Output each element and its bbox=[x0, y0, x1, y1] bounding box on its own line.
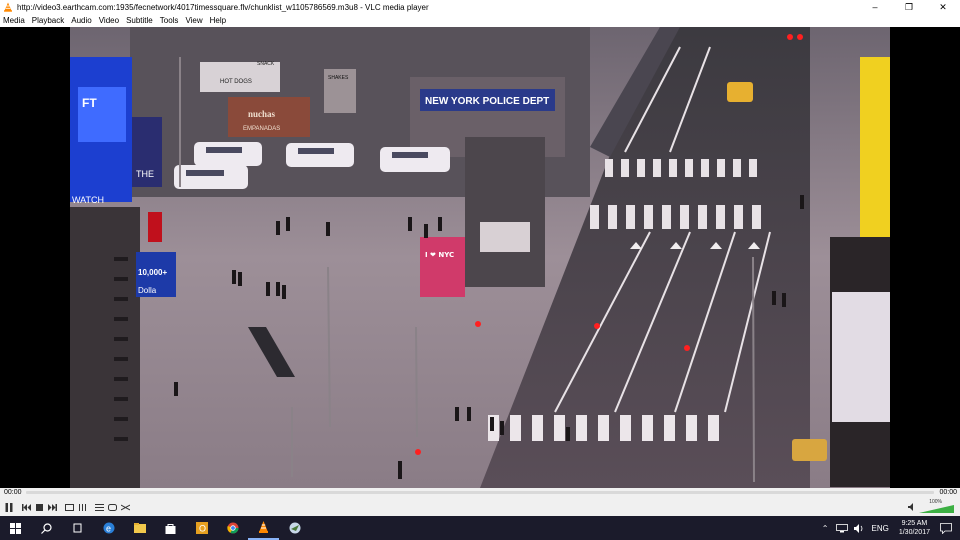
fullscreen-icon bbox=[64, 504, 74, 511]
menu-playback[interactable]: Playback bbox=[32, 16, 64, 25]
left-building bbox=[70, 207, 140, 488]
menu-bar: Media Playback Audio Video Subtitle Tool… bbox=[0, 14, 960, 27]
window-controls: – ❐ ✕ bbox=[858, 0, 960, 14]
menu-subtitle[interactable]: Subtitle bbox=[126, 16, 153, 25]
menu-video[interactable]: Video bbox=[99, 16, 119, 25]
clock[interactable]: 9:25 AM 1/30/2017 bbox=[899, 519, 930, 537]
bird-icon bbox=[289, 522, 300, 534]
input-language[interactable]: ENG bbox=[872, 524, 889, 533]
snack-sign: SNACK bbox=[257, 61, 275, 67]
loop-button[interactable] bbox=[106, 502, 118, 513]
stop-button[interactable] bbox=[33, 502, 45, 513]
total-time: 00:00 bbox=[939, 489, 957, 496]
hot-dogs-sign: HOT DOGS bbox=[220, 79, 252, 85]
nuchas-sign: nuchas bbox=[248, 109, 276, 119]
network-icon[interactable] bbox=[835, 523, 848, 533]
task-view-icon bbox=[73, 523, 82, 533]
vlc-window: http://video3.earthcam.com:1935/fecnetwo… bbox=[0, 0, 960, 516]
seek-bar[interactable] bbox=[26, 491, 934, 494]
file-explorer-app[interactable] bbox=[124, 516, 155, 540]
right-led-screen bbox=[832, 292, 890, 422]
menu-view[interactable]: View bbox=[185, 16, 202, 25]
playlist-icon bbox=[94, 504, 104, 511]
right-yellow-screen bbox=[860, 57, 890, 262]
system-tray: ⌃ ENG 9:25 AM 1/30/2017 bbox=[818, 516, 960, 540]
previous-icon bbox=[21, 504, 31, 511]
windows-logo-icon bbox=[10, 522, 21, 534]
playlist-button[interactable] bbox=[93, 502, 105, 513]
outlook-app[interactable]: O bbox=[186, 516, 217, 540]
chrome-app[interactable] bbox=[217, 516, 248, 540]
edge-icon: e bbox=[103, 522, 114, 534]
search-icon bbox=[41, 522, 52, 534]
menu-audio[interactable]: Audio bbox=[71, 16, 91, 25]
speaker-icon bbox=[908, 503, 913, 511]
elapsed-time: 00:00 bbox=[4, 489, 22, 496]
empanadas-sign: EMPANADAS bbox=[243, 126, 280, 132]
red-sign bbox=[148, 212, 162, 242]
pause-button[interactable] bbox=[3, 502, 15, 513]
maximize-button[interactable]: ❐ bbox=[892, 0, 926, 14]
nyc-booth bbox=[420, 237, 465, 297]
close-button[interactable]: ✕ bbox=[926, 0, 960, 14]
shuffle-button[interactable] bbox=[119, 502, 131, 513]
tray-chevron-icon[interactable]: ⌃ bbox=[822, 524, 829, 533]
windows-taskbar: e O ⌃ ENG 9:25 AM 1/30/2017 bbox=[0, 516, 960, 540]
volume-icon[interactable] bbox=[853, 523, 865, 533]
edge-app[interactable]: e bbox=[93, 516, 124, 540]
menu-media[interactable]: Media bbox=[3, 16, 25, 25]
shakes-sign: SHAKES bbox=[328, 75, 349, 81]
nypd-sign: NEW YORK POLICE DEPT bbox=[425, 96, 549, 107]
control-buttons bbox=[0, 501, 132, 514]
menu-tools[interactable]: Tools bbox=[160, 16, 179, 25]
dollar-sign: Dolla bbox=[138, 286, 157, 295]
minimize-button[interactable]: – bbox=[858, 0, 892, 14]
title-bar[interactable]: http://video3.earthcam.com:1935/fecnetwo… bbox=[0, 0, 960, 14]
chrome-icon bbox=[226, 522, 238, 534]
the-sign: THE bbox=[136, 169, 154, 179]
store-bag-icon bbox=[165, 523, 176, 534]
vlc-cone-icon bbox=[4, 2, 12, 12]
video-frame: FT THE WATCH 10,000+ Dolla HOT DOGS SNAC… bbox=[70, 27, 890, 488]
fullscreen-button[interactable] bbox=[63, 502, 75, 513]
app-icon[interactable] bbox=[279, 516, 310, 540]
next-icon bbox=[47, 504, 57, 511]
pause-icon bbox=[5, 503, 13, 512]
left-led-text: FT bbox=[82, 96, 97, 110]
stop-icon bbox=[35, 504, 43, 511]
clock-date: 1/30/2017 bbox=[898, 529, 930, 536]
equalizer-icon bbox=[78, 504, 86, 511]
notifications-icon[interactable] bbox=[940, 522, 952, 534]
clock-time: 9:25 AM bbox=[901, 520, 928, 527]
window-title: http://video3.earthcam.com:1935/fecnetwo… bbox=[17, 2, 429, 12]
next-button[interactable] bbox=[46, 502, 58, 513]
svg-text:O: O bbox=[199, 524, 206, 534]
task-view-button[interactable] bbox=[62, 516, 93, 540]
i-nyc-sign: I ❤ NYC bbox=[425, 251, 454, 259]
store-app[interactable] bbox=[155, 516, 186, 540]
central-building-door bbox=[480, 222, 530, 252]
taxi-top bbox=[727, 82, 753, 102]
extended-settings-button[interactable] bbox=[76, 502, 88, 513]
player-controls: 00:00 00:00 100% bbox=[0, 488, 960, 516]
outlook-icon: O bbox=[195, 522, 208, 534]
video-area[interactable]: FT THE WATCH 10,000+ Dolla HOT DOGS SNAC… bbox=[0, 27, 960, 488]
start-button[interactable] bbox=[0, 516, 31, 540]
search-button[interactable] bbox=[31, 516, 62, 540]
vlc-app[interactable] bbox=[248, 516, 279, 540]
volume-control[interactable]: 100% bbox=[907, 499, 957, 514]
loop-icon bbox=[107, 504, 117, 511]
folder-icon bbox=[133, 523, 146, 533]
svg-text:e: e bbox=[106, 524, 111, 534]
central-building bbox=[465, 137, 545, 287]
volume-percent: 100% bbox=[929, 499, 942, 505]
menu-help[interactable]: Help bbox=[210, 16, 226, 25]
shuffle-icon bbox=[120, 504, 130, 511]
vlc-cone-icon bbox=[259, 521, 268, 533]
ten-thousand-sign: 10,000+ bbox=[138, 268, 167, 277]
previous-button[interactable] bbox=[20, 502, 32, 513]
taxi-bottom bbox=[792, 439, 827, 461]
watch-sign: WATCH bbox=[72, 195, 104, 205]
